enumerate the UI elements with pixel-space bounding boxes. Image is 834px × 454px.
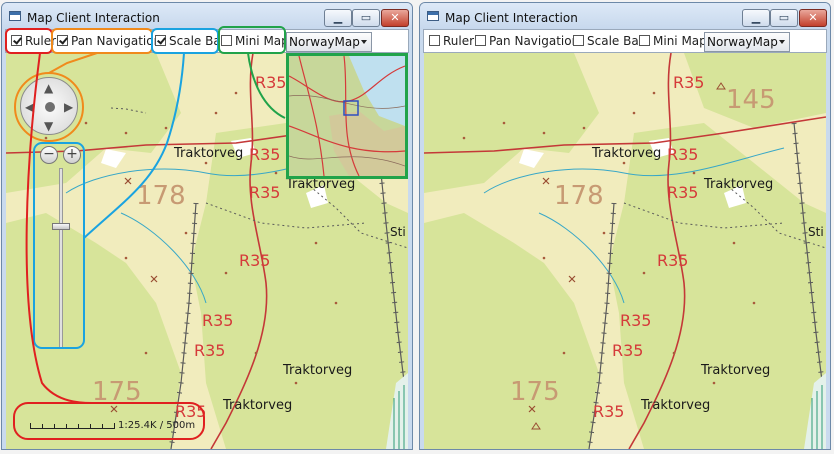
scale-tick bbox=[66, 424, 67, 429]
ruler-checkbox[interactable]: Ruler bbox=[11, 33, 56, 50]
scale-tick bbox=[78, 424, 79, 429]
place-label: Traktorveg bbox=[174, 146, 244, 161]
road-label: R35 bbox=[249, 145, 281, 164]
map-select-dropdown[interactable]: NorwayMap bbox=[704, 32, 790, 52]
mini-map-label: Mini Map bbox=[653, 34, 707, 48]
elevation-label: 175 bbox=[92, 377, 142, 407]
checkbox-checked-icon[interactable] bbox=[57, 35, 68, 46]
road-label: R35 bbox=[194, 341, 226, 360]
mini-map-label: Mini Map bbox=[235, 34, 289, 48]
map-view[interactable]: R35 R35 R35 R35 R35 R35 R35 Traktorveg T… bbox=[424, 53, 826, 449]
elevation-label: 178 bbox=[136, 181, 186, 211]
road-label: R35 bbox=[593, 402, 625, 421]
place-label: Traktorveg bbox=[641, 398, 711, 413]
pan-down-arrow-icon[interactable]: ▼ bbox=[44, 120, 53, 132]
scale-text: 1:25.4K / 500m bbox=[118, 420, 196, 431]
right-window: Map Client Interaction ▁ ▭ ✕ Ruler Pan N… bbox=[419, 2, 831, 450]
road-label: R35 bbox=[255, 73, 287, 92]
map-select-dropdown[interactable]: NorwayMap bbox=[286, 32, 372, 52]
place-label: Traktorveg bbox=[592, 146, 662, 161]
minimize-button[interactable]: ▁ bbox=[324, 9, 352, 27]
road-label: R35 bbox=[612, 341, 644, 360]
pan-right-arrow-icon[interactable]: ▶ bbox=[64, 101, 73, 113]
zoom-slider-thumb[interactable] bbox=[52, 223, 70, 230]
road-label: R35 bbox=[667, 145, 699, 164]
ruler-label: Ruler bbox=[443, 34, 475, 48]
path-label: Sti bbox=[808, 225, 824, 239]
road-label: R35 bbox=[673, 73, 705, 92]
pan-navigation-label: Pan Navigation bbox=[71, 34, 162, 48]
elevation-label: 175 bbox=[510, 377, 560, 407]
close-button[interactable]: ✕ bbox=[381, 9, 409, 27]
ruler-checkbox[interactable]: Ruler bbox=[429, 33, 474, 50]
scale-tick bbox=[54, 424, 55, 429]
checkbox-unchecked-icon[interactable] bbox=[639, 35, 650, 46]
elevation-label: 145 bbox=[726, 85, 776, 115]
scale-tick bbox=[90, 424, 91, 429]
road-label: R35 bbox=[202, 311, 234, 330]
elevation-label: 178 bbox=[554, 181, 604, 211]
checkbox-unchecked-icon[interactable] bbox=[573, 35, 584, 46]
window-title: Map Client Interaction bbox=[27, 11, 160, 25]
place-label: Traktorveg bbox=[286, 177, 356, 192]
map-select-value: NorwayMap bbox=[707, 35, 778, 49]
road-label: R35 bbox=[175, 402, 207, 421]
checkbox-checked-icon[interactable] bbox=[11, 35, 22, 46]
scale-bar-label: Scale Bar bbox=[587, 34, 644, 48]
scale-bar-checkbox[interactable]: Scale Bar bbox=[155, 33, 226, 50]
checkbox-unchecked-icon[interactable] bbox=[475, 35, 486, 46]
map-view[interactable]: R35 R35 R35 R35 R35 R35 R35 Traktorveg T… bbox=[6, 53, 408, 449]
place-label: Traktorveg bbox=[283, 363, 353, 378]
chevron-down-icon bbox=[779, 40, 785, 44]
pan-up-arrow-icon[interactable]: ▲ bbox=[44, 82, 53, 94]
zoom-in-button[interactable]: + bbox=[63, 146, 81, 164]
pan-navigation-control[interactable]: ▲ ▼ ◀ ▶ bbox=[20, 77, 78, 135]
checkbox-checked-icon[interactable] bbox=[155, 35, 166, 46]
maximize-button[interactable]: ▭ bbox=[770, 9, 798, 27]
place-label: Traktorveg bbox=[704, 177, 774, 192]
scale-tick bbox=[42, 424, 43, 429]
path-label: Sti bbox=[390, 225, 406, 239]
pan-center-icon[interactable] bbox=[45, 102, 55, 112]
minimize-button[interactable]: ▁ bbox=[742, 9, 770, 27]
pan-navigation-checkbox[interactable]: Pan Navigation bbox=[57, 33, 161, 50]
window-title: Map Client Interaction bbox=[445, 11, 578, 25]
scale-tick bbox=[102, 424, 103, 429]
pan-navigation-label: Pan Navigation bbox=[489, 34, 580, 48]
road-label: R35 bbox=[620, 311, 652, 330]
mini-map[interactable] bbox=[286, 53, 408, 179]
pan-left-arrow-icon[interactable]: ◀ bbox=[25, 101, 34, 113]
toolbar: Ruler Pan Navigation Scale Bar Mini Map … bbox=[5, 29, 409, 53]
title-bar[interactable]: Map Client Interaction ▁ ▭ ✕ bbox=[2, 3, 412, 29]
road-label: R35 bbox=[657, 251, 689, 270]
mini-map-checkbox[interactable]: Mini Map bbox=[639, 33, 707, 50]
left-window: Map Client Interaction ▁ ▭ ✕ Ruler Pan N… bbox=[1, 2, 413, 450]
road-label: R35 bbox=[249, 183, 281, 202]
chevron-down-icon bbox=[361, 40, 367, 44]
title-bar[interactable]: Map Client Interaction ▁ ▭ ✕ bbox=[420, 3, 830, 29]
app-icon bbox=[9, 11, 21, 21]
checkbox-unchecked-icon[interactable] bbox=[429, 35, 440, 46]
map-select-value: NorwayMap bbox=[289, 35, 360, 49]
app-icon bbox=[427, 11, 439, 21]
mini-map-image bbox=[289, 56, 405, 176]
close-button[interactable]: ✕ bbox=[799, 9, 827, 27]
road-label: R35 bbox=[239, 251, 271, 270]
road-label: R35 bbox=[667, 183, 699, 202]
zoom-out-button[interactable]: − bbox=[40, 146, 58, 164]
ruler-label: Ruler bbox=[25, 34, 57, 48]
scale-bar: 1:25.4K / 500m bbox=[30, 420, 210, 434]
mini-map-checkbox[interactable]: Mini Map bbox=[221, 33, 289, 50]
scale-bar-label: Scale Bar bbox=[169, 34, 226, 48]
checkbox-unchecked-icon[interactable] bbox=[221, 35, 232, 46]
pan-navigation-checkbox[interactable]: Pan Navigation bbox=[475, 33, 579, 50]
maximize-button[interactable]: ▭ bbox=[352, 9, 380, 27]
zoom-slider-track[interactable] bbox=[59, 168, 63, 348]
place-label: Traktorveg bbox=[223, 398, 293, 413]
scale-bar-checkbox[interactable]: Scale Bar bbox=[573, 33, 644, 50]
place-label: Traktorveg bbox=[701, 363, 771, 378]
toolbar: Ruler Pan Navigation Scale Bar Mini Map … bbox=[423, 29, 827, 53]
